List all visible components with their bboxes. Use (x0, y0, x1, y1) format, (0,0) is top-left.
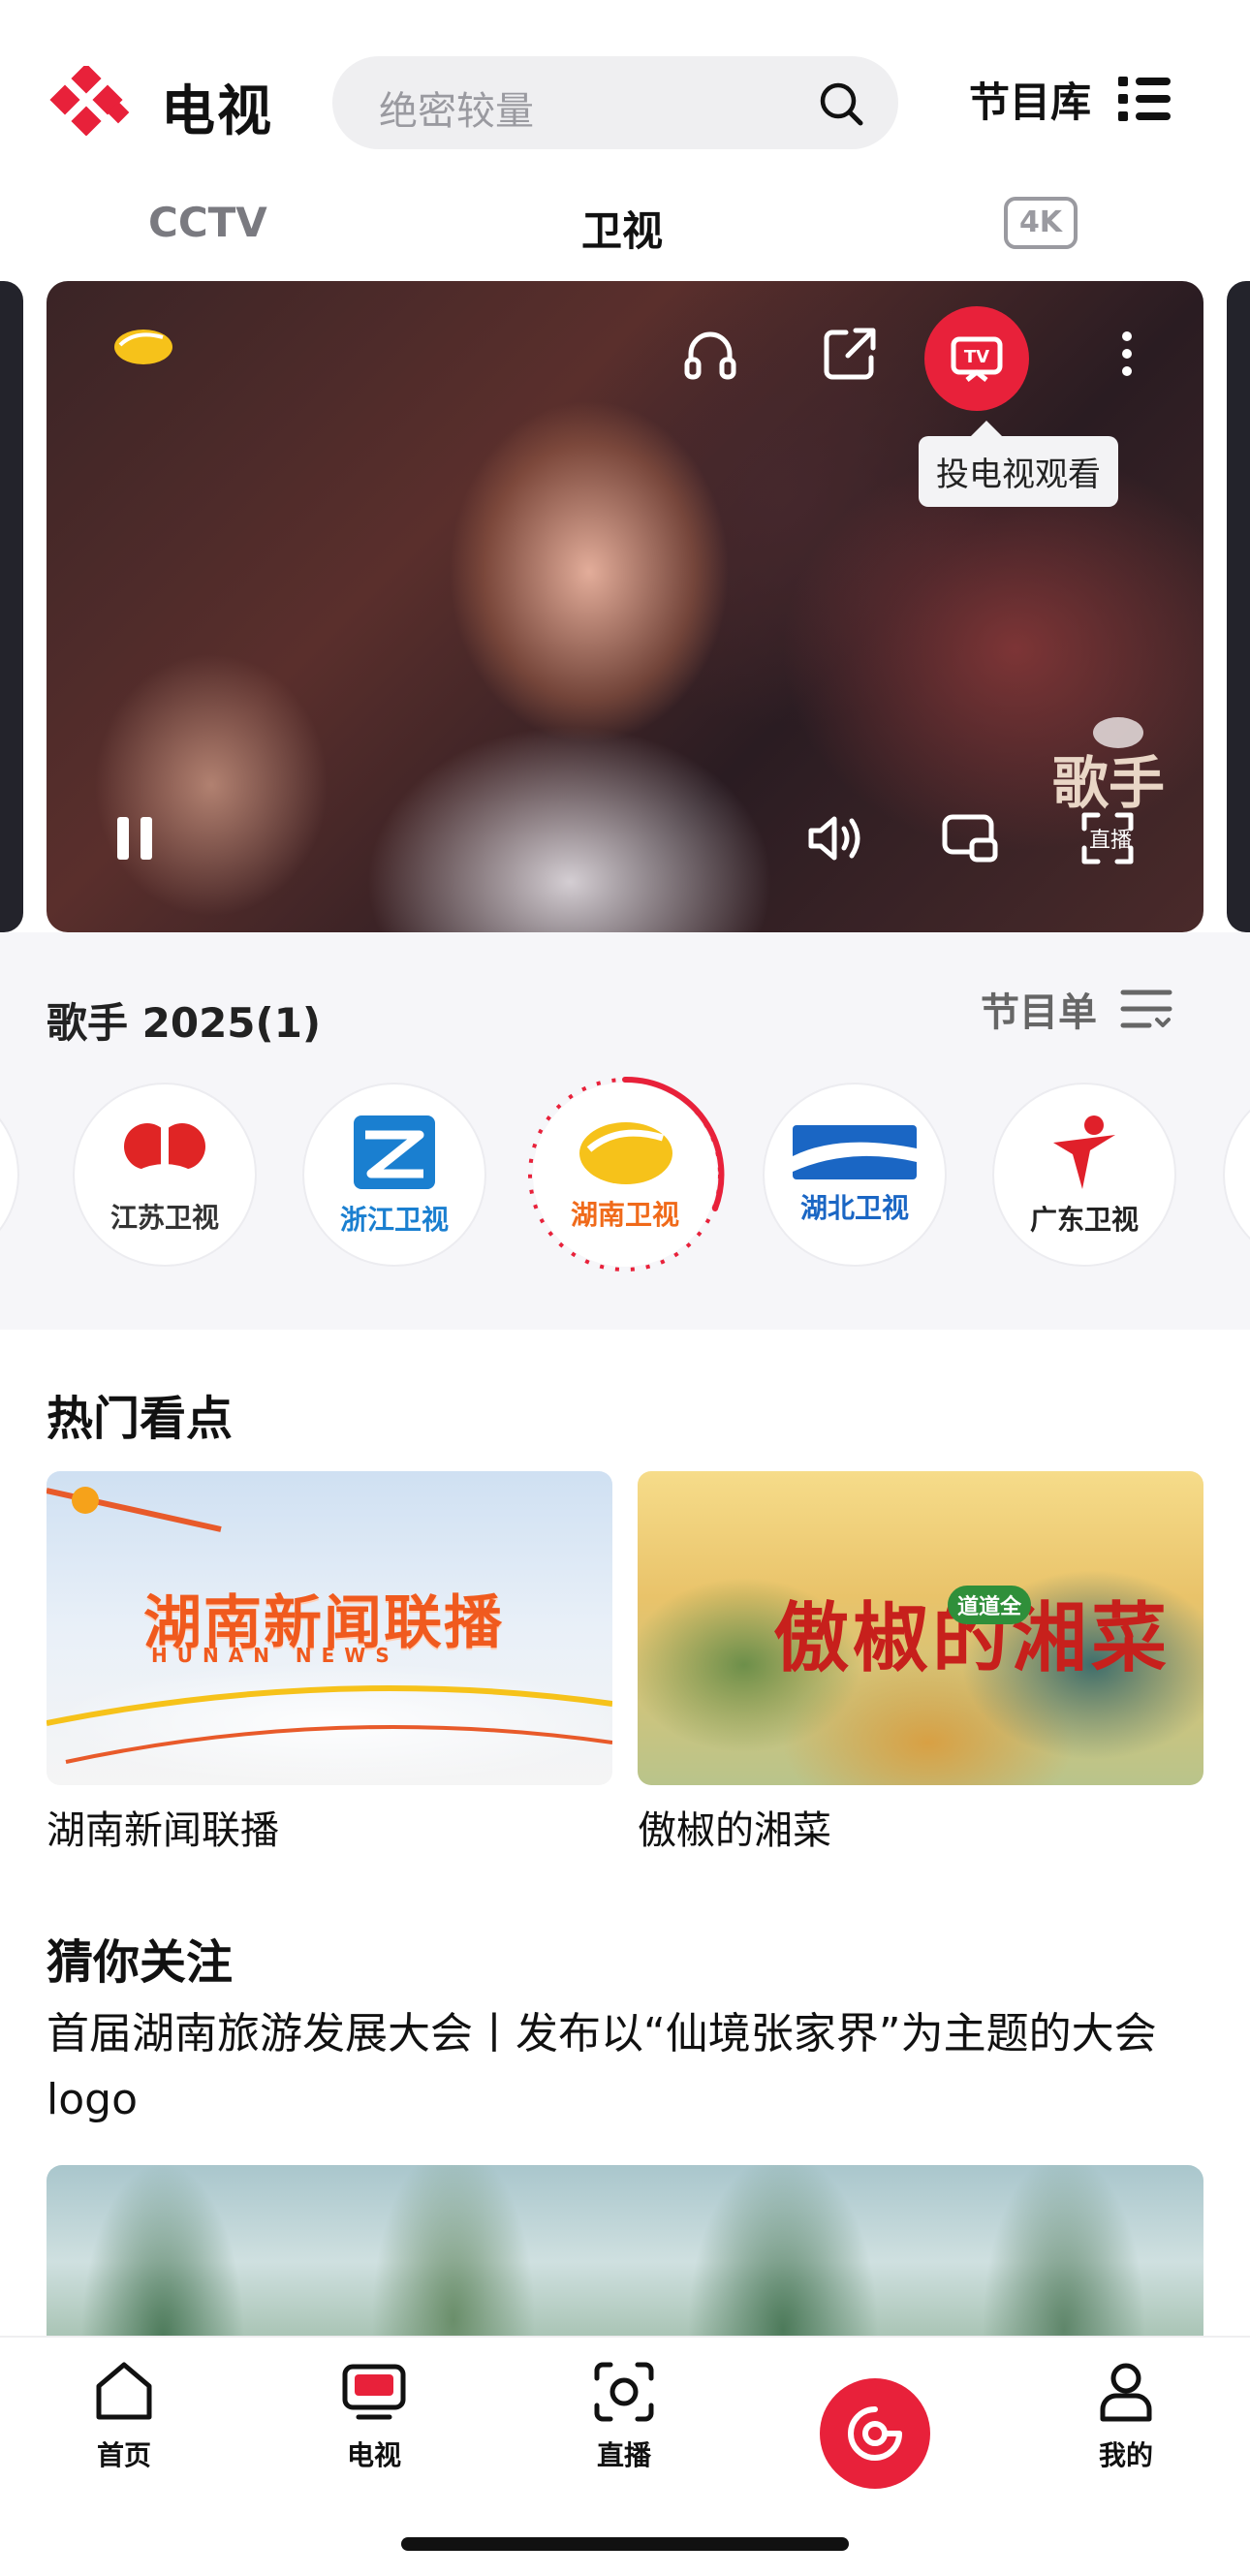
pause-button[interactable] (101, 804, 169, 872)
list-icon (1118, 77, 1172, 121)
cast-to-tv-button[interactable]: TV (924, 306, 1029, 411)
picture-in-picture-icon (942, 814, 998, 863)
home-indicator (401, 2537, 849, 2551)
channel-item-partial-left[interactable] (0, 1083, 19, 1267)
tv-icon (342, 2364, 406, 2420)
channel-item-hubei[interactable]: 湖北卫视 (763, 1083, 947, 1267)
guangdong-tv-icon (1053, 1115, 1115, 1189)
tv-page: 电视 绝密较量 节目库 CCTV 卫视 4K TV 投电视观看 歌手 直播 歌手… (0, 0, 1250, 2576)
tab-cctv[interactable]: CCTV (148, 199, 267, 246)
hubei-tv-icon (793, 1125, 917, 1179)
channel-item-hunan[interactable]: 湖南卫视 (528, 1076, 725, 1272)
channel-item-partial-right[interactable] (1223, 1083, 1250, 1267)
nav-live[interactable]: 直播 (547, 2357, 702, 2473)
headphones-icon (684, 331, 736, 380)
schedule-label: 节目单 (981, 990, 1097, 1035)
home-icon (96, 2362, 152, 2420)
nav-center-button[interactable] (820, 2378, 930, 2489)
channel-item-guangdong[interactable]: 广东卫视 (992, 1083, 1176, 1267)
recommend-article-image[interactable] (47, 2165, 1203, 2359)
nav-live-label: 直播 (596, 2439, 651, 2471)
hot-card-label: 傲椒的湘菜 (638, 1808, 831, 1853)
audio-mode-button[interactable] (676, 320, 744, 388)
fullscreen-icon (1081, 812, 1134, 864)
pause-icon (117, 817, 152, 860)
cast-tv-icon: TV (951, 336, 1003, 382)
app-title: 电视 (161, 80, 273, 143)
jiangsu-tv-icon (124, 1123, 205, 1181)
hot-card-hunan-news[interactable]: 湖南新闻联播 HUNAN NEWS 湖南新闻联播 (47, 1471, 612, 1855)
hot-card-thumbnail: 湖南新闻联播 HUNAN NEWS (47, 1471, 612, 1785)
recommend-section-title: 猜你关注 (47, 1935, 234, 1990)
svg-text:TV: TV (964, 347, 989, 367)
nav-mine[interactable]: 我的 (1048, 2357, 1203, 2473)
pip-button[interactable] (936, 804, 1004, 872)
news-thumbnail-subtitle: HUNAN NEWS (151, 1644, 399, 1667)
program-section: 歌手 2025(1) 节目单 江苏卫视 浙江卫视 湖南卫视 湖北卫视 广东卫视 (0, 932, 1250, 1330)
volume-button[interactable] (800, 804, 868, 872)
channel-selector: 江苏卫视 浙江卫视 湖南卫视 湖北卫视 广东卫视 (0, 1076, 1250, 1276)
channel-tabs: CCTV 卫视 4K (0, 189, 1250, 257)
channel-item-zhejiang[interactable]: 浙江卫视 (302, 1083, 486, 1267)
tab-weishi[interactable]: 卫视 (581, 199, 663, 258)
app-logo-icon (49, 66, 130, 136)
share-icon (824, 328, 876, 380)
recommend-article-title[interactable]: 首届湖南旅游发展大会丨发布以“仙境张家界”为主题的大会 logo (47, 2001, 1203, 2133)
nav-tv-label: 电视 (346, 2439, 401, 2471)
tab-4k[interactable]: 4K (1004, 197, 1078, 249)
next-player-card[interactable] (1227, 281, 1250, 932)
search-placeholder: 绝密较量 (379, 89, 534, 134)
nav-tv[interactable]: 电视 (297, 2357, 452, 2473)
prev-player-card[interactable] (0, 281, 23, 932)
user-icon (1100, 2363, 1152, 2422)
cast-tooltip: 投电视观看 (919, 421, 1118, 507)
schedule-button[interactable]: 节目单 (981, 981, 1172, 1037)
program-library-label: 节目库 (969, 78, 1092, 126)
search-icon[interactable] (817, 79, 865, 128)
program-library-button[interactable]: 节目库 (969, 70, 1172, 128)
channel-item-jiangsu[interactable]: 江苏卫视 (73, 1083, 257, 1267)
hot-card-hunan-cuisine[interactable]: 傲椒的湘菜 道道全 傲椒的湘菜 (638, 1471, 1203, 1855)
more-vertical-icon (1122, 331, 1132, 376)
schedule-list-icon (1120, 990, 1172, 1028)
nav-mine-label: 我的 (1098, 2439, 1153, 2471)
search-input[interactable]: 绝密较量 (332, 56, 898, 149)
video-player[interactable]: TV 投电视观看 歌手 直播 (47, 281, 1203, 932)
share-button[interactable] (816, 320, 884, 388)
play-swirl-icon (848, 2406, 902, 2461)
channel-name: 广东卫视 (1029, 1204, 1139, 1236)
nav-home[interactable]: 首页 (47, 2357, 202, 2473)
hot-card-thumbnail: 傲椒的湘菜 道道全 (638, 1471, 1203, 1785)
volume-icon (808, 816, 860, 861)
active-channel-ring (528, 1076, 725, 1272)
live-camera-icon (594, 2362, 654, 2422)
channel-name: 湖北卫视 (799, 1192, 909, 1224)
more-options-button[interactable] (1093, 320, 1161, 388)
food-sponsor-badge: 道道全 (948, 1586, 1032, 1624)
hunan-tv-bug-icon (114, 330, 172, 364)
program-title: 歌手 2025(1) (47, 999, 322, 1047)
hot-section-title: 热门看点 (47, 1392, 234, 1446)
fullscreen-button[interactable] (1074, 804, 1141, 872)
channel-name: 浙江卫视 (339, 1204, 449, 1236)
hot-card-label: 湖南新闻联播 (47, 1808, 279, 1853)
nav-home-label: 首页 (96, 2439, 151, 2471)
header: 电视 绝密较量 节目库 (0, 48, 1250, 155)
channel-name: 江苏卫视 (109, 1202, 219, 1234)
zhejiang-tv-icon (354, 1115, 435, 1189)
